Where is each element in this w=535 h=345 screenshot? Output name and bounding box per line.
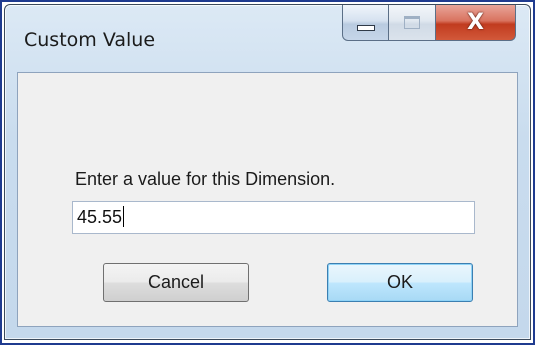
caption-buttons: X	[342, 5, 516, 42]
minimize-icon	[356, 24, 375, 31]
prompt-label: Enter a value for this Dimension.	[75, 169, 336, 189]
minimize-button[interactable]	[342, 5, 389, 41]
maximize-icon	[404, 16, 420, 29]
value-input-text: 45.55	[77, 207, 123, 227]
close-icon: X	[467, 9, 484, 35]
cancel-button-label: Cancel	[147, 272, 205, 292]
ok-button-label: OK	[386, 272, 413, 292]
text-caret	[123, 206, 125, 227]
window-title: Custom Value	[24, 29, 156, 51]
value-input[interactable]: 45.55	[72, 201, 475, 234]
cancel-button[interactable]: Cancel	[103, 263, 249, 302]
dialog-client-area: Enter a value for this Dimension. 45.55 …	[17, 72, 518, 327]
custom-value-dialog: Custom Value X Enter a value for this Di…	[4, 4, 531, 340]
close-button[interactable]: X	[436, 5, 516, 41]
maximize-button	[389, 5, 436, 41]
ok-button[interactable]: OK	[327, 263, 473, 302]
